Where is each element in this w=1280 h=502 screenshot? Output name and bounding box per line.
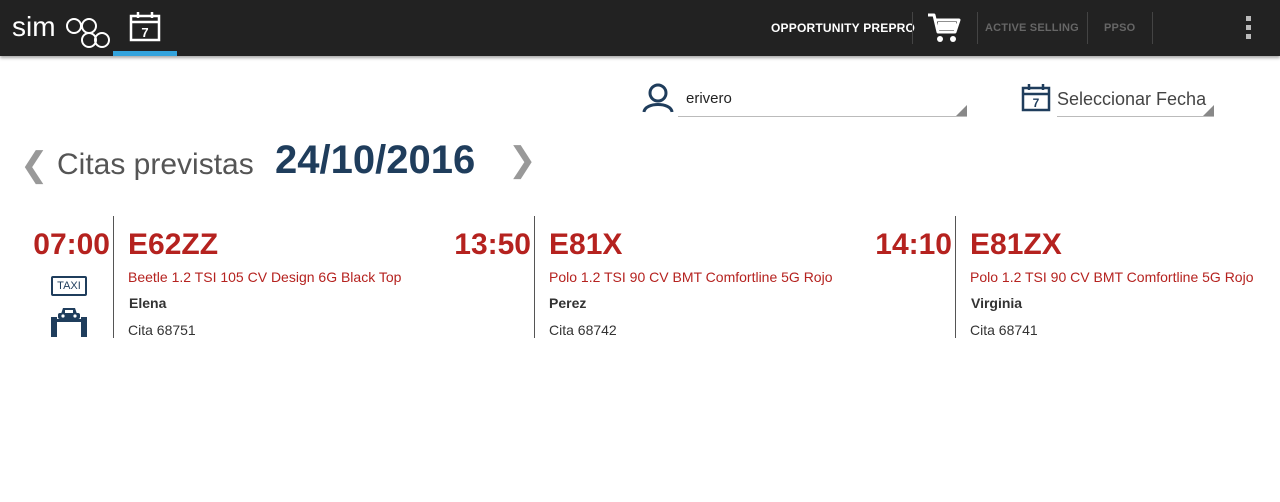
cart-icon[interactable] [927,12,961,44]
nav-opportunity-prepro[interactable]: OPPORTUNITY PREPRO [771,0,915,56]
nav-divider [912,12,913,44]
nav-divider [977,12,978,44]
previous-day-button[interactable]: ❮ [20,145,49,185]
nav-divider [1087,12,1088,44]
calendar-icon: 7 [129,12,161,42]
overflow-menu-icon[interactable] [1238,16,1258,42]
appointment-divider [955,216,956,338]
agenda-title: Citas previstas [57,148,254,181]
taxi-badge: TAXI [51,276,87,296]
date-select-placeholder: Seleccionar Fecha [1057,89,1207,109]
next-day-button[interactable]: ❯ [508,140,537,180]
svg-text:sim: sim [12,11,56,42]
appointment-cita: Cita 68741 [970,322,1038,338]
appointment-cita: Cita 68742 [549,322,617,338]
appointment-time: 13:50 [454,228,531,261]
svg-text:7: 7 [141,25,148,40]
active-tab-indicator [113,51,177,56]
date-select[interactable]: Seleccionar Fecha [1057,84,1214,117]
dropdown-arrow-icon [956,105,967,116]
agenda-date: 24/10/2016 [275,138,476,182]
appointment-plate: E81ZX [970,228,1062,261]
appointment-client: Perez [549,295,587,311]
nav-divider [1152,12,1153,44]
appointment-divider [113,216,114,338]
appointment-divider [534,216,535,338]
appointment-model: Polo 1.2 TSI 90 CV BMT Comfortline 5G Ro… [549,269,833,285]
calendar-tab[interactable]: 7 [113,0,177,56]
appointment-plate: E81X [549,228,623,261]
appointment-client: Virginia [971,295,1023,311]
calendar-icon: 7 [1021,84,1051,112]
svg-text:7: 7 [1033,96,1040,110]
simago-logo[interactable]: sim simago [12,6,112,50]
dropdown-arrow-icon [1203,105,1214,116]
nav-active-selling[interactable]: ACTIVE SELLING [985,0,1079,56]
appointment-time: 07:00 [33,228,110,261]
appointment-time: 14:10 [875,228,952,261]
appointment-client: Elena [129,295,167,311]
user-icon [642,83,674,113]
top-bar: sim simago 7 OPPORTUNITY PREPRO ACTIVE S… [0,0,1280,56]
user-select-value: erivero [686,90,732,107]
appointment-plate: E62ZZ [128,228,219,261]
appointment-model: Beetle 1.2 TSI 105 CV Design 6G Black To… [128,269,402,285]
appointment-model: Polo 1.2 TSI 90 CV BMT Comfortline 5G Ro… [970,269,1254,285]
nav-ppso[interactable]: PPSO [1104,0,1135,56]
car-lift-icon [51,308,87,337]
user-select[interactable]: erivero [678,84,967,117]
appointment-cita: Cita 68751 [128,322,196,338]
